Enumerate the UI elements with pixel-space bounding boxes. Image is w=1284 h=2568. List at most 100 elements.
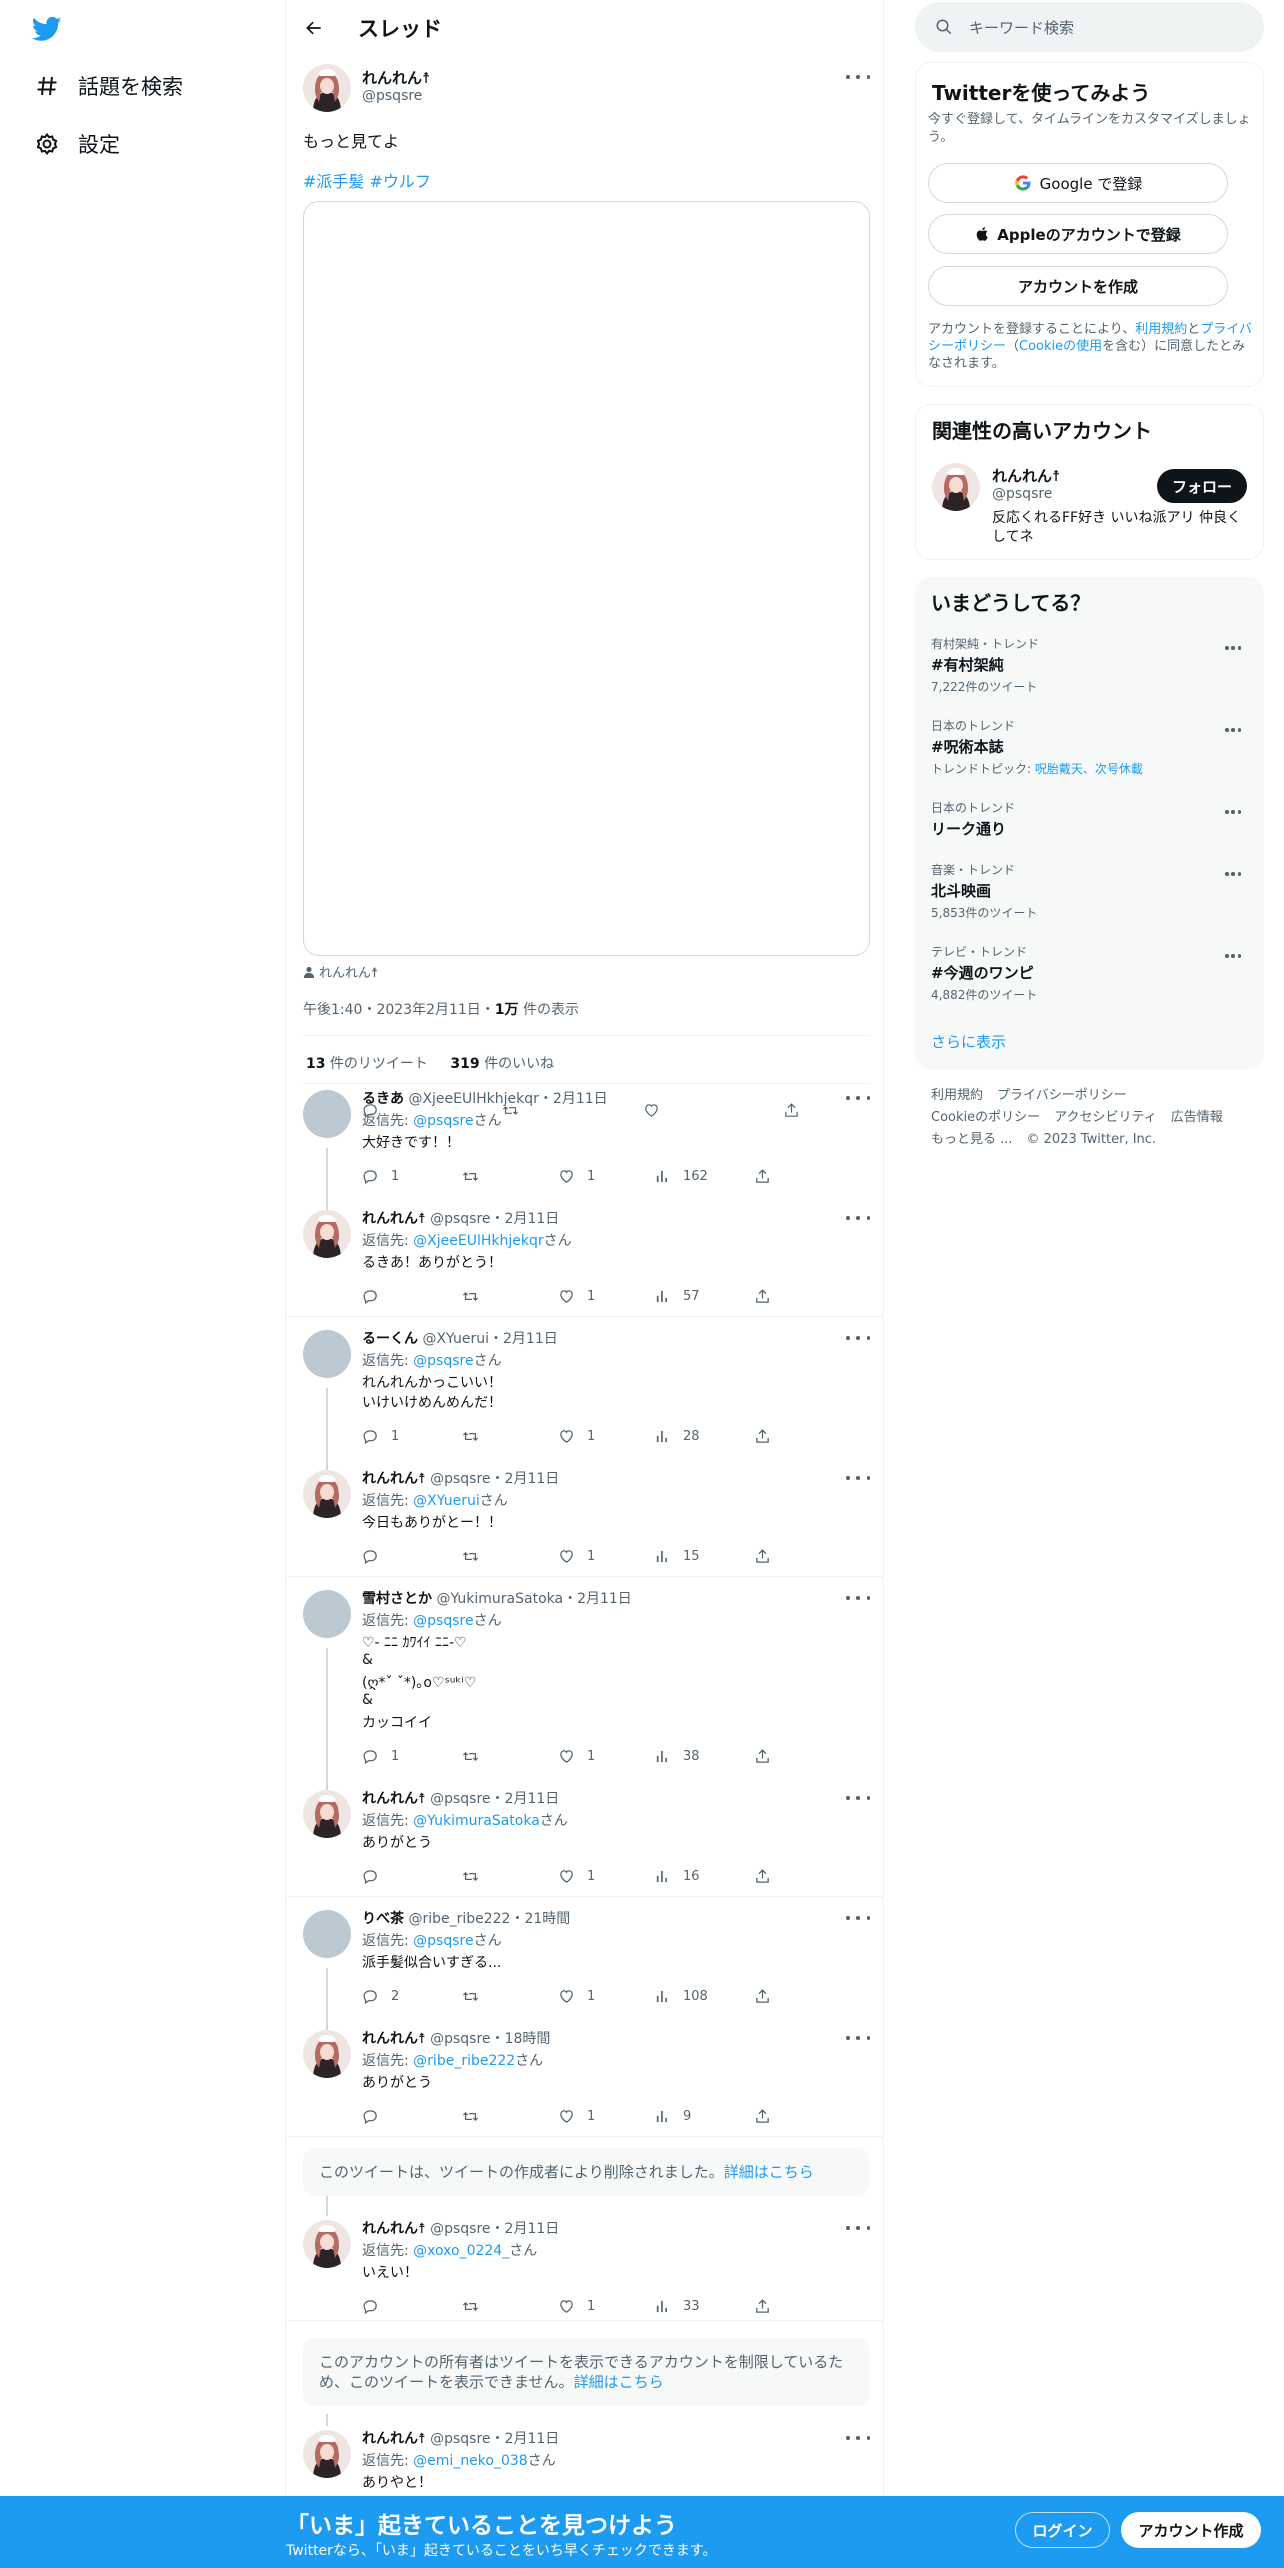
tagged-users[interactable]: れんれん☨ (303, 962, 378, 981)
reply-date[interactable]: ・21時間 (510, 1911, 570, 1927)
footer-more[interactable]: もっと見る ... (931, 1132, 1013, 1147)
more-icon[interactable] (846, 1209, 870, 1227)
avatar[interactable] (303, 1910, 351, 1958)
avatar[interactable] (303, 1210, 351, 1258)
views-button[interactable]: 15 (654, 1546, 700, 1566)
more-icon[interactable] (846, 2029, 870, 2047)
share-button[interactable] (754, 1426, 783, 1446)
more-icon[interactable] (846, 2429, 870, 2447)
reply-author-handle[interactable]: @psqsre (430, 2431, 490, 2447)
reply-to-link[interactable]: @xoxo_0224_ (413, 2243, 509, 2259)
more-icon[interactable] (846, 1589, 870, 1607)
reply-author-name[interactable]: れんれん☨ (362, 2221, 426, 2237)
views-button[interactable]: 162 (654, 1166, 708, 1186)
avatar[interactable] (932, 463, 980, 511)
share-button[interactable] (754, 1986, 783, 2006)
reply-author-handle[interactable]: @psqsre (430, 1471, 490, 1487)
like-button[interactable]: 1 (558, 1746, 595, 1766)
related-name[interactable]: れんれん☨ (992, 465, 1060, 486)
search-input[interactable]: キーワード検索 (915, 2, 1264, 52)
reply-author-name[interactable]: れんれん☨ (362, 1471, 426, 1487)
learn-more-link[interactable]: 詳細はこちら (724, 2163, 814, 2181)
back-arrow-icon[interactable] (300, 14, 328, 42)
more-icon[interactable] (1225, 865, 1241, 883)
avatar[interactable] (303, 64, 351, 112)
more-icon[interactable] (1225, 721, 1241, 739)
apple-signup-button[interactable]: Appleのアカウントで登録 (928, 214, 1228, 254)
follow-button[interactable]: フォロー (1157, 469, 1247, 503)
reply-author-handle[interactable]: @psqsre (430, 2221, 490, 2237)
reply-button[interactable]: 1 (362, 1426, 399, 1446)
reply-to-link[interactable]: @emi_neko_038 (413, 2453, 528, 2469)
reply-to-link[interactable]: @psqsre (413, 1933, 473, 1949)
reply-author-handle[interactable]: @YukimuraSatoka (436, 1591, 563, 1607)
like-button[interactable]: 1 (558, 1166, 595, 1186)
trend-item[interactable]: 日本のトレンド #呪術本誌 トレンドトピック: 呪胎戴天、次号休載 (931, 717, 1251, 777)
more-icon[interactable] (846, 1329, 870, 1347)
trend-item[interactable]: 日本のトレンド リーク通り (931, 799, 1251, 859)
like-button[interactable]: 1 (558, 1426, 595, 1446)
reply-date[interactable]: ・2月11日 (491, 1211, 560, 1227)
reply-button[interactable] (362, 1286, 391, 1306)
terms-link[interactable]: 利用規約 (1135, 322, 1187, 337)
reply-date[interactable]: ・2月11日 (491, 2431, 560, 2447)
reply-to-link[interactable]: @ribe_ribe222 (413, 2053, 515, 2069)
trend-item[interactable]: テレビ・トレンド #今週のワンピ 4,882件のツイート (931, 943, 1251, 1003)
reply-date[interactable]: ・2月11日 (491, 2221, 560, 2237)
reply-button[interactable]: 1 (362, 1166, 399, 1186)
reply-author-name[interactable]: れんれん☨ (362, 1791, 426, 1807)
like-button[interactable]: 1 (558, 1986, 595, 2006)
more-icon[interactable] (846, 1089, 870, 1107)
reply-author-name[interactable]: れんれん☨ (362, 2431, 426, 2447)
like-button[interactable]: 1 (558, 1286, 595, 1306)
more-icon[interactable] (1225, 947, 1241, 965)
twitter-logo-icon[interactable] (30, 14, 64, 44)
tweet-author-handle[interactable]: @psqsre (362, 88, 422, 104)
retweet-button[interactable] (462, 1746, 491, 1766)
reply-author-handle[interactable]: @psqsre (430, 2031, 490, 2047)
more-icon[interactable] (846, 68, 870, 86)
avatar[interactable] (303, 2430, 351, 2478)
views-button[interactable]: 38 (654, 1746, 700, 1766)
retweet-button[interactable] (462, 1866, 491, 1886)
avatar[interactable] (303, 1790, 351, 1838)
more-icon[interactable] (1225, 639, 1241, 657)
hashtag-link[interactable]: #ウルフ (370, 172, 431, 191)
reply-button[interactable] (362, 1866, 391, 1886)
google-signup-button[interactable]: Google で登録 (928, 163, 1228, 203)
like-button[interactable]: 1 (558, 1546, 595, 1566)
reply-author-name[interactable]: れんれん☨ (362, 1211, 426, 1227)
reply-button[interactable]: 2 (362, 1986, 399, 2006)
views-button[interactable]: 9 (654, 2106, 691, 2126)
views-button[interactable]: 57 (654, 1286, 700, 1306)
reply-to-link[interactable]: @YukimuraSatoka (413, 1813, 540, 1829)
reply-date[interactable]: ・2月11日 (491, 1791, 560, 1807)
footer-privacy[interactable]: プライバシーポリシー (997, 1088, 1127, 1103)
like-button[interactable]: 1 (558, 2106, 595, 2126)
reply-author-name[interactable]: るきあ (362, 1091, 404, 1107)
like-button[interactable]: 1 (558, 2296, 595, 2316)
retweet-stat[interactable]: 13 件のリツイート (306, 1056, 428, 1072)
reply-author-name[interactable]: りべ茶 (362, 1911, 404, 1927)
login-button[interactable]: ログイン (1015, 2512, 1110, 2548)
reply-author-handle[interactable]: @XjeeEUlHkhjekqr (408, 1091, 538, 1107)
views-button[interactable]: 108 (654, 1986, 708, 2006)
reply-date[interactable]: ・2月11日 (563, 1591, 632, 1607)
share-button[interactable] (754, 1866, 783, 1886)
reply-to-link[interactable]: @XjeeEUlHkhjekqr (413, 1233, 543, 1249)
more-icon[interactable] (846, 1909, 870, 1927)
tweet-media[interactable] (303, 201, 870, 956)
reply-button[interactable] (362, 2296, 391, 2316)
trend-item[interactable]: 音楽・トレンド 北斗映画 5,853件のツイート (931, 861, 1251, 921)
share-button[interactable] (754, 1746, 783, 1766)
learn-more-link[interactable]: 詳細はこちら (574, 2373, 664, 2391)
more-icon[interactable] (846, 1789, 870, 1807)
reply-author-handle[interactable]: @XYuerui (422, 1331, 489, 1347)
retweet-button[interactable] (462, 1546, 491, 1566)
reply-to-link[interactable]: @psqsre (413, 1353, 473, 1369)
reply-to-link[interactable]: @psqsre (413, 1613, 473, 1629)
views-button[interactable]: 28 (654, 1426, 700, 1446)
reply-author-handle[interactable]: @ribe_ribe222 (408, 1911, 510, 1927)
show-more-link[interactable]: さらに表示 (931, 1031, 1006, 1052)
footer-cookie[interactable]: Cookieのポリシー (931, 1110, 1040, 1125)
